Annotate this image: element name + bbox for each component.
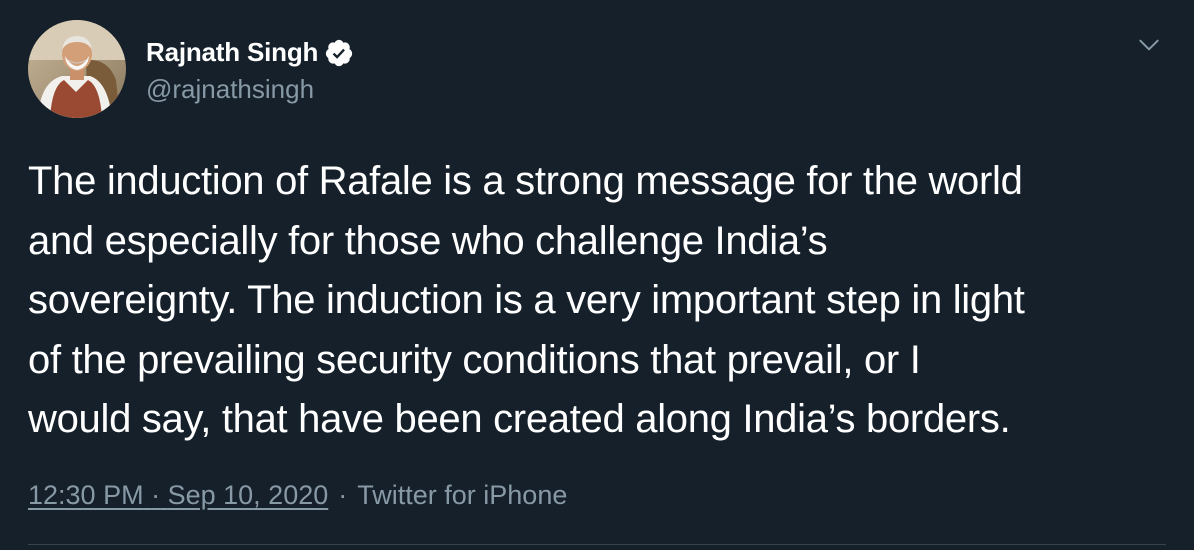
divider bbox=[28, 544, 1166, 545]
timestamp-link[interactable]: 12:30 PM · Sep 10, 2020 bbox=[28, 480, 328, 511]
time-date-separator: · bbox=[151, 480, 161, 510]
verified-badge-icon bbox=[324, 38, 354, 68]
tweet-source[interactable]: Twitter for iPhone bbox=[357, 480, 567, 511]
tweet-text-line: The induction of Rafale is a strong mess… bbox=[28, 159, 1023, 203]
author-info: Rajnath Singh @rajnathsingh bbox=[146, 34, 354, 105]
tweet-header: Rajnath Singh @rajnathsingh bbox=[28, 20, 354, 118]
tweet-text-line: and especially for those who challenge I… bbox=[28, 218, 828, 263]
display-name-row: Rajnath Singh bbox=[146, 34, 354, 72]
tweet-text-line: of the prevailing security conditions th… bbox=[28, 337, 921, 382]
handle[interactable]: @rajnathsingh bbox=[146, 74, 354, 105]
tweet-meta: 12:30 PM · Sep 10, 2020 · Twitter for iP… bbox=[28, 480, 567, 511]
tweet-text: The induction of Rafale is a strong mess… bbox=[28, 152, 1168, 450]
tweet-time: 12:30 PM bbox=[28, 480, 144, 510]
tweet-text-line: sovereignty. The induction is a very imp… bbox=[28, 278, 1025, 322]
avatar-image bbox=[28, 20, 126, 118]
tweet-card: Rajnath Singh @rajnathsingh The inductio… bbox=[0, 0, 1194, 550]
display-name[interactable]: Rajnath Singh bbox=[146, 37, 318, 68]
avatar[interactable] bbox=[28, 20, 126, 118]
meta-separator: · bbox=[338, 480, 348, 510]
tweet-text-line: would say, that have been created along … bbox=[28, 397, 1011, 441]
chevron-down-icon[interactable] bbox=[1136, 32, 1162, 58]
tweet-date: Sep 10, 2020 bbox=[167, 480, 329, 510]
